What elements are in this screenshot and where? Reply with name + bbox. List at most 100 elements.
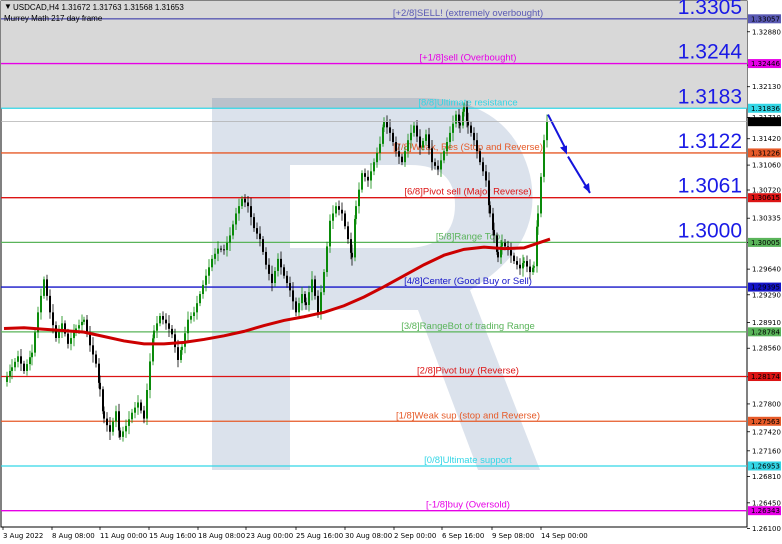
candle-body (86, 319, 88, 333)
candle-body (235, 213, 237, 225)
level-label: [0/8]Ultimate support (424, 455, 512, 466)
candle-body (181, 346, 183, 351)
candle-body (202, 284, 204, 295)
candle-body (17, 356, 19, 362)
candle-body (332, 213, 334, 221)
candle-body (162, 316, 164, 320)
candle-body (292, 290, 294, 302)
candle-body (338, 206, 340, 210)
x-tick-label: 15 Aug 16:00 (149, 532, 196, 540)
candle-body (422, 140, 424, 148)
candle-body (26, 364, 28, 371)
candle-body (156, 323, 158, 331)
candle-body (95, 354, 97, 364)
candle-body (6, 376, 8, 382)
candle-body (131, 412, 133, 420)
candle-body (519, 264, 521, 269)
candle-body (479, 151, 481, 163)
candle-body (401, 156, 403, 163)
candle-body (455, 114, 457, 124)
candle-body (31, 352, 33, 358)
candle-body (410, 132, 412, 141)
candle-body (146, 390, 148, 419)
candle-body (452, 123, 454, 133)
candle-body (20, 356, 22, 364)
candle-body (440, 160, 442, 170)
y-tick-label: 1.31420 (752, 135, 781, 143)
candle-body (83, 319, 85, 322)
price-tag-text: 1.33057 (751, 15, 780, 23)
candle-body (425, 134, 427, 141)
candle-body (434, 162, 436, 166)
candle-body (376, 153, 378, 163)
price-tag-text: 1.27563 (751, 418, 780, 426)
level-label: [+2/8]SELL! (extremely overbought) (393, 8, 543, 19)
price-tag-text: 1.30005 (751, 239, 780, 247)
candle-body (205, 275, 207, 285)
big-level-label: 1.3183 (678, 85, 742, 108)
big-level-label: 1.3061 (678, 175, 742, 198)
candle-body (11, 367, 13, 371)
candle-body (229, 235, 231, 243)
candle-body (49, 295, 51, 313)
level-label: [5/8]Range Top (436, 231, 500, 242)
candle-body (470, 125, 472, 133)
big-level-label: 1.3000 (678, 219, 742, 242)
candle-body (226, 242, 228, 251)
candle-body (389, 127, 391, 133)
candle-body (199, 294, 201, 304)
candle-body (165, 319, 167, 324)
x-tick-label: 2 Sep 00:00 (394, 532, 436, 540)
candle-body (489, 205, 491, 214)
candle-body (250, 206, 252, 218)
candle-body (171, 328, 173, 335)
candle-body (449, 132, 451, 143)
candle-body (546, 121, 548, 141)
candle-body (280, 258, 282, 268)
level-label: [-1/8]buy (Oversold) (426, 500, 510, 511)
candle-body (241, 198, 243, 207)
y-tick-label: 1.26450 (752, 499, 781, 507)
candle-body (196, 303, 198, 313)
candle-body (78, 325, 80, 329)
candle-body (459, 122, 461, 126)
candle-body (67, 333, 69, 344)
candle-body (283, 267, 285, 276)
candle-body (314, 279, 316, 296)
candle-body (463, 107, 465, 112)
x-tick-label: 18 Aug 08:00 (198, 532, 245, 540)
candle-body (238, 206, 240, 214)
candle-body (9, 370, 11, 377)
candle-body (320, 292, 322, 313)
candle-body (208, 267, 210, 276)
y-tick-label: 1.29290 (752, 291, 781, 299)
candle-body (274, 270, 276, 284)
candle-body (81, 321, 83, 326)
candle-body (34, 332, 36, 353)
candle-body (14, 361, 16, 368)
candle-body (153, 330, 155, 339)
x-tick-label: 6 Sep 16:00 (442, 532, 484, 540)
price-tag-text: 1.29395 (751, 284, 780, 292)
level-label: [+1/8]sell (Overbought) (420, 53, 517, 64)
price-tag-text: 1.31226 (751, 149, 780, 157)
collapse-triangle-icon[interactable]: ▼ (4, 2, 12, 11)
candle-body (193, 312, 195, 317)
candle-body (392, 132, 394, 143)
candle-body (298, 303, 300, 313)
candle-body (443, 151, 445, 161)
price-tag-text: 1.26343 (751, 507, 780, 515)
candle-body (149, 361, 151, 391)
y-tick-label: 1.26100 (752, 525, 781, 533)
candle-body (364, 173, 366, 177)
murrey-math-chart: [+2/8]SELL! (extremely overbought) [+1/8]… (0, 0, 781, 540)
candle-body (259, 233, 261, 240)
y-tick-label: 1.32880 (752, 28, 781, 36)
candle-body (305, 302, 307, 306)
price-tag-text: 1.31836 (751, 105, 780, 113)
chart-header: USDCAD,H4 1.31672 1.31763 1.31568 1.3165… (13, 3, 184, 12)
candle-body (253, 217, 255, 229)
candle-body (256, 228, 258, 234)
candle-body (379, 143, 381, 154)
candle-body (358, 189, 360, 207)
